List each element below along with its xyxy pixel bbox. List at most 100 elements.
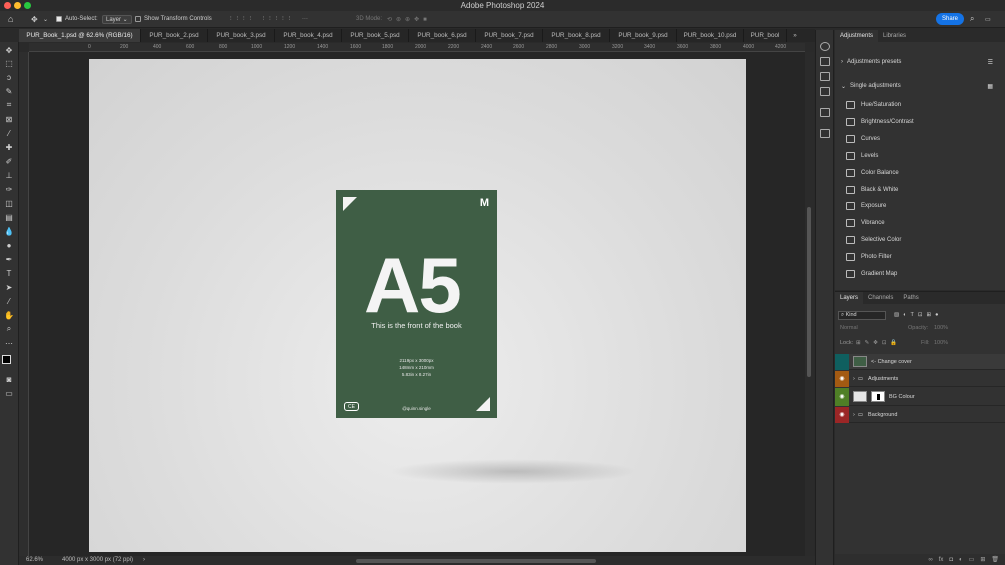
visibility-eye-icon[interactable]: ◉ — [835, 406, 849, 423]
auto-select-checkbox[interactable] — [56, 16, 62, 22]
swatches-icon[interactable] — [820, 72, 830, 81]
new-group-icon[interactable]: ▭ — [969, 556, 975, 563]
tab-doc-9[interactable]: PUR_book_9.psd — [610, 29, 677, 42]
search-icon[interactable]: ⌕ — [970, 14, 974, 24]
tab-channels[interactable]: Channels — [863, 292, 898, 304]
blur-icon[interactable]: 💧 — [3, 226, 15, 236]
horizontal-scrollbar[interactable] — [356, 559, 596, 563]
link-icon[interactable]: ∞ — [928, 557, 932, 563]
tab-doc-1[interactable]: PUR_Book_1.psd @ 62.6% (RGB/16) — [19, 29, 141, 42]
single-adjustments-row[interactable]: ⌄ Single adjustments ▦ — [835, 78, 1005, 94]
lock-icons[interactable]: ⊞✎✥⊡🔒 — [856, 340, 901, 346]
screen-mode-icon[interactable]: ▭ — [3, 388, 15, 398]
tab-doc-11[interactable]: PUR_bool — [744, 29, 787, 42]
move-icon[interactable]: ✥ — [3, 45, 15, 55]
book-cover[interactable]: M A5 This is the front of the book 2119p… — [336, 190, 497, 418]
tab-doc-6[interactable]: PUR_book_6.psd — [409, 29, 476, 42]
pen-icon[interactable]: ✒ — [3, 254, 15, 264]
hand-icon[interactable]: ✋ — [3, 310, 15, 320]
dodge-icon[interactable]: ● — [3, 240, 15, 250]
crop-icon[interactable]: ⌗ — [3, 100, 15, 110]
layer-row[interactable]: ◉ › ▭ Background — [835, 406, 1005, 423]
opacity-value[interactable]: 100% — [934, 325, 948, 331]
eyedropper-icon[interactable]: ⁄ — [3, 128, 15, 138]
adjustment-item[interactable]: Black & White — [835, 182, 1005, 198]
tab-libraries[interactable]: Libraries — [878, 30, 911, 42]
tab-doc-7[interactable]: PUR_book_7.psd — [476, 29, 543, 42]
gradient-icon[interactable]: ▤ — [3, 212, 15, 222]
color-icon[interactable] — [820, 57, 830, 66]
tab-doc-2[interactable]: PUR_book_2.psd — [141, 29, 208, 42]
adjustment-item[interactable]: Curves — [835, 131, 1005, 147]
quick-mask-icon[interactable]: ◙ — [3, 374, 15, 384]
tab-adjustments[interactable]: Adjustments — [835, 30, 879, 42]
tab-doc-3[interactable]: PUR_book_3.psd — [208, 29, 275, 42]
adjustment-item[interactable]: Hue/Saturation — [835, 97, 1005, 113]
adjustment-item[interactable]: Gradient Map — [835, 266, 1005, 282]
layer-color-tag[interactable] — [835, 353, 849, 370]
adjustment-item[interactable]: Vibrance — [835, 215, 1005, 231]
marquee-icon[interactable]: ⬚ — [3, 58, 15, 68]
cloud-icon[interactable] — [820, 42, 830, 51]
tab-doc-8[interactable]: PUR_book_8.psd — [543, 29, 610, 42]
tab-doc-5[interactable]: PUR_book_5.psd — [342, 29, 409, 42]
layer-kind-filter[interactable]: ⌕ Kind — [838, 310, 886, 320]
visibility-eye-icon[interactable]: ◉ — [835, 370, 849, 387]
tool-preset-chevron-icon[interactable]: ⌄ — [43, 16, 48, 23]
quick-select-icon[interactable]: ✎ — [3, 86, 15, 96]
list-view-icon[interactable]: ☰ — [988, 59, 993, 66]
more-tools-icon[interactable]: ⋯ — [3, 338, 15, 348]
vertical-scrollbar[interactable] — [805, 52, 814, 556]
3d-tool-icons[interactable]: ⟲⊛⊕✥■ — [387, 16, 431, 23]
tab-doc-10[interactable]: PUR_book_10.psd — [677, 29, 744, 42]
folder-chevron-icon[interactable]: › — [853, 412, 855, 418]
status-arrow-icon[interactable]: › — [143, 557, 145, 563]
zoom-icon[interactable]: ⌕ — [3, 324, 15, 334]
adjustment-item[interactable]: Levels — [835, 148, 1005, 164]
path-select-icon[interactable]: ➤ — [3, 282, 15, 292]
line-icon[interactable]: ⁄ — [3, 296, 15, 306]
type-icon[interactable]: T — [3, 268, 15, 278]
tab-paths[interactable]: Paths — [898, 292, 923, 304]
tab-doc-4[interactable]: PUR_book_4.psd — [275, 29, 342, 42]
history-icon[interactable] — [820, 108, 830, 117]
workspace-icon[interactable]: ▭ — [985, 16, 991, 23]
grid-view-icon[interactable]: ▦ — [987, 83, 993, 90]
adjustment-item[interactable]: Brightness/Contrast — [835, 114, 1005, 130]
auto-select-toggle[interactable]: Auto-Select: — [56, 16, 98, 22]
auto-select-dropdown[interactable]: Layer ⌄ — [102, 14, 132, 24]
scrollbar-thumb[interactable] — [807, 207, 811, 377]
stamp-icon[interactable]: ⊥ — [3, 170, 15, 180]
adjustment-item[interactable]: Selective Color — [835, 232, 1005, 248]
fill-value[interactable]: 100% — [934, 340, 948, 346]
tab-layers[interactable]: Layers — [835, 292, 864, 304]
adjustment-item[interactable]: Exposure — [835, 198, 1005, 214]
move-tool-icon[interactable]: ✥ — [31, 15, 38, 24]
lasso-icon[interactable]: ↄ — [3, 72, 15, 82]
adjustments-presets-row[interactable]: › Adjustments presets ☰ — [835, 54, 1005, 70]
adjustment-layer-icon[interactable]: ◐ — [959, 557, 963, 563]
adjustment-item[interactable]: Photo Filter — [835, 249, 1005, 265]
foreground-color-swatch[interactable] — [2, 355, 11, 364]
zoom-level[interactable]: 62.6% — [26, 557, 43, 563]
folder-chevron-icon[interactable]: › — [853, 376, 855, 382]
share-button[interactable]: Share — [936, 13, 964, 25]
home-icon[interactable]: ⌂ — [8, 14, 13, 24]
brush-icon[interactable]: ✐ — [3, 156, 15, 166]
new-layer-icon[interactable]: ⊞ — [980, 556, 985, 563]
layer-row[interactable]: ◉ › ▭ Adjustments — [835, 370, 1005, 387]
blend-mode-select[interactable]: Normal — [840, 325, 858, 331]
filter-icons[interactable]: ▨◐T⊡⊞● — [894, 312, 942, 318]
history-brush-icon[interactable]: ✑ — [3, 184, 15, 194]
layer-row[interactable]: ◉ BG Colour — [835, 387, 1005, 406]
tabs-overflow-button[interactable]: » — [787, 29, 803, 42]
show-transform-toggle[interactable]: Show Transform Controls — [135, 16, 212, 22]
show-transform-checkbox[interactable] — [135, 16, 141, 22]
healing-icon[interactable]: ✚ — [3, 142, 15, 152]
frame-icon[interactable]: ⊠ — [3, 114, 15, 124]
delete-icon[interactable]: 🗑 — [991, 556, 999, 563]
visibility-eye-icon[interactable]: ◉ — [835, 387, 849, 406]
adjustments-icon[interactable] — [820, 129, 830, 138]
adjustment-item[interactable]: Color Balance — [835, 165, 1005, 181]
properties-icon[interactable] — [820, 87, 830, 96]
